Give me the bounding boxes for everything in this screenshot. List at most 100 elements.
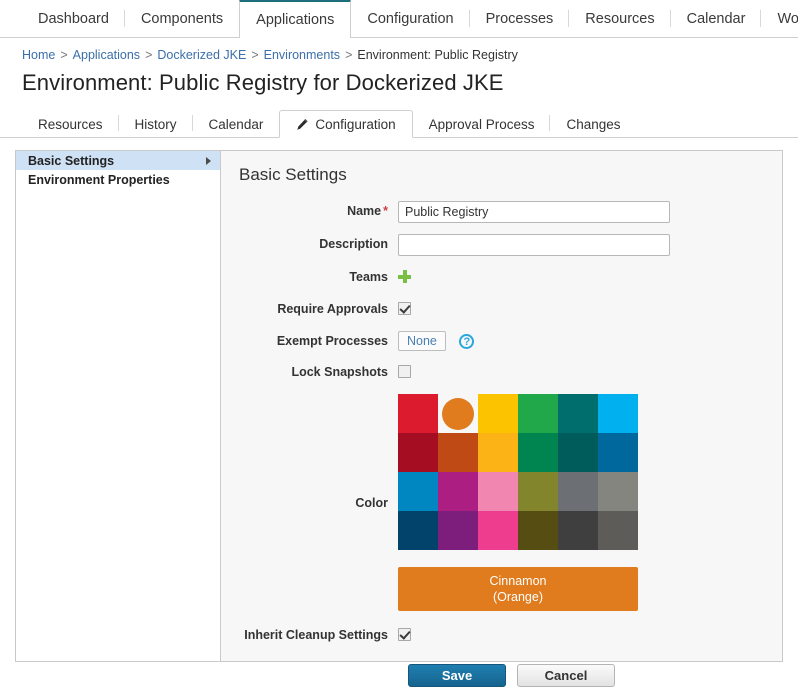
color-swatch[interactable] — [598, 394, 638, 433]
nav-item-label: Components — [140, 10, 224, 27]
color-swatch[interactable] — [398, 511, 438, 550]
selected-color-dot — [442, 397, 474, 430]
tab-configuration[interactable]: Configuration — [279, 110, 413, 138]
tab-resources[interactable]: Resources — [22, 110, 119, 138]
nav-item-label: Work Items — [777, 10, 798, 27]
sidebar-item-label: Basic Settings — [28, 153, 115, 168]
color-swatch[interactable] — [518, 511, 558, 550]
field-row-require-approvals: Require Approvals — [221, 299, 782, 320]
name-label: Name * — [221, 201, 398, 218]
exempt-processes-control: None ? — [398, 331, 782, 351]
nav-item-configuration[interactable]: Configuration — [351, 0, 470, 37]
breadcrumb: Home > Applications > Dockerized JKE > Environ… — [0, 38, 798, 62]
field-row-lock-snapshots: Lock Snapshots — [221, 362, 782, 383]
exempt-processes-button[interactable]: None — [398, 331, 446, 351]
teams-label: Teams — [349, 270, 388, 284]
color-swatch[interactable] — [558, 472, 598, 511]
sidebar-item-basic-settings[interactable]: Basic Settings — [16, 151, 220, 170]
description-label: Description — [319, 237, 388, 251]
nav-item-dashboard[interactable]: Dashboard — [22, 0, 125, 37]
color-swatch[interactable] — [558, 433, 598, 472]
sidebar-item-label: Environment Properties — [28, 172, 170, 187]
inherit-cleanup-settings-control — [398, 625, 782, 646]
color-swatch[interactable] — [598, 472, 638, 511]
tab-changes[interactable]: Changes — [550, 110, 636, 138]
color-control: Cinnamon (Orange) — [398, 394, 782, 611]
nav-item-calendar[interactable]: Calendar — [671, 0, 762, 37]
lock-snapshots-control — [398, 362, 782, 383]
inherit-cleanup-settings-checkbox[interactable] — [398, 628, 411, 641]
cancel-button[interactable]: Cancel — [517, 664, 615, 687]
teams-control — [398, 267, 782, 288]
color-swatch[interactable] — [518, 472, 558, 511]
color-swatch-selected[interactable] — [438, 394, 478, 433]
field-row-color: Color Cinnamon (Orange) — [221, 394, 782, 611]
tab-label: Changes — [566, 116, 621, 132]
require-approvals-checkbox[interactable] — [398, 302, 411, 315]
name-control — [398, 201, 782, 223]
nav-item-label: Calendar — [686, 10, 746, 27]
tab-label: Approval Process — [428, 116, 535, 132]
nav-item-applications[interactable]: Applications — [239, 0, 352, 38]
nav-item-label: Applications — [256, 11, 335, 28]
color-swatch[interactable] — [398, 394, 438, 433]
color-swatch[interactable] — [598, 511, 638, 550]
color-swatch[interactable] — [438, 472, 478, 511]
tab-calendar[interactable]: Calendar — [193, 110, 280, 138]
tab-history[interactable]: History — [119, 110, 193, 138]
breadcrumb-item-1[interactable]: Applications — [73, 48, 140, 62]
nav-item-resources[interactable]: Resources — [569, 0, 671, 37]
breadcrumb-item-0[interactable]: Home — [22, 48, 55, 62]
pencil-icon — [296, 118, 309, 131]
field-row-teams: Teams — [221, 267, 782, 288]
require-approvals-control — [398, 299, 782, 320]
field-row-description: Description — [221, 234, 782, 256]
name-input[interactable] — [398, 201, 670, 223]
save-button[interactable]: Save — [408, 664, 506, 687]
field-row-name: Name * — [221, 201, 782, 223]
exempt-processes-label: Exempt Processes — [276, 334, 388, 348]
color-swatch[interactable] — [478, 511, 518, 550]
settings-content: Basic Settings Name* Description Teams — [221, 151, 782, 687]
breadcrumb-separator: > — [345, 48, 353, 62]
breadcrumb-separator: > — [145, 48, 153, 62]
color-swatch[interactable] — [558, 511, 598, 550]
color-swatch[interactable] — [478, 433, 518, 472]
breadcrumb-item-3[interactable]: Environments — [264, 48, 340, 62]
selected-color-name-line1: Cinnamon — [489, 574, 547, 588]
tab-label: Configuration — [315, 116, 396, 132]
color-swatch-grid — [398, 394, 638, 550]
breadcrumb-item-2[interactable]: Dockerized JKE — [157, 48, 246, 62]
lock-snapshots-checkbox[interactable] — [398, 365, 411, 378]
nav-item-processes[interactable]: Processes — [470, 0, 570, 37]
selected-color-name-bar: Cinnamon (Orange) — [398, 567, 638, 611]
field-row-exempt-processes: Exempt Processes None ? — [221, 331, 782, 351]
description-input[interactable] — [398, 234, 670, 256]
color-swatch[interactable] — [438, 511, 478, 550]
color-swatch[interactable] — [558, 394, 598, 433]
plus-icon[interactable] — [398, 270, 411, 283]
nav-item-label: Resources — [585, 10, 655, 27]
color-swatch[interactable] — [438, 433, 478, 472]
color-swatch[interactable] — [398, 472, 438, 511]
color-swatch[interactable] — [518, 394, 558, 433]
breadcrumb-item-4: Environment: Public Registry — [357, 48, 518, 62]
settings-sidebar: Basic Settings Environment Properties — [16, 151, 221, 661]
field-row-inherit-cleanup-settings: Inherit Cleanup Settings — [221, 625, 782, 646]
nav-item-work-items[interactable]: Work Items — [761, 0, 798, 37]
nav-item-label: Configuration — [367, 10, 454, 27]
inherit-cleanup-settings-label: Inherit Cleanup Settings — [244, 628, 388, 642]
color-swatch[interactable] — [398, 433, 438, 472]
help-circle-icon[interactable]: ? — [459, 333, 475, 349]
color-swatch[interactable] — [478, 394, 518, 433]
color-swatch[interactable] — [518, 433, 558, 472]
sidebar-item-environment-properties[interactable]: Environment Properties — [16, 170, 220, 189]
tab-label: Calendar — [208, 116, 264, 132]
nav-item-components[interactable]: Components — [125, 0, 239, 37]
tab-label: Resources — [38, 116, 103, 132]
color-swatch[interactable] — [598, 433, 638, 472]
form-actions: Save Cancel — [408, 664, 782, 687]
basic-settings-form: Name* Description Teams — [221, 185, 782, 687]
tab-approval-process[interactable]: Approval Process — [413, 110, 551, 138]
color-swatch[interactable] — [478, 472, 518, 511]
